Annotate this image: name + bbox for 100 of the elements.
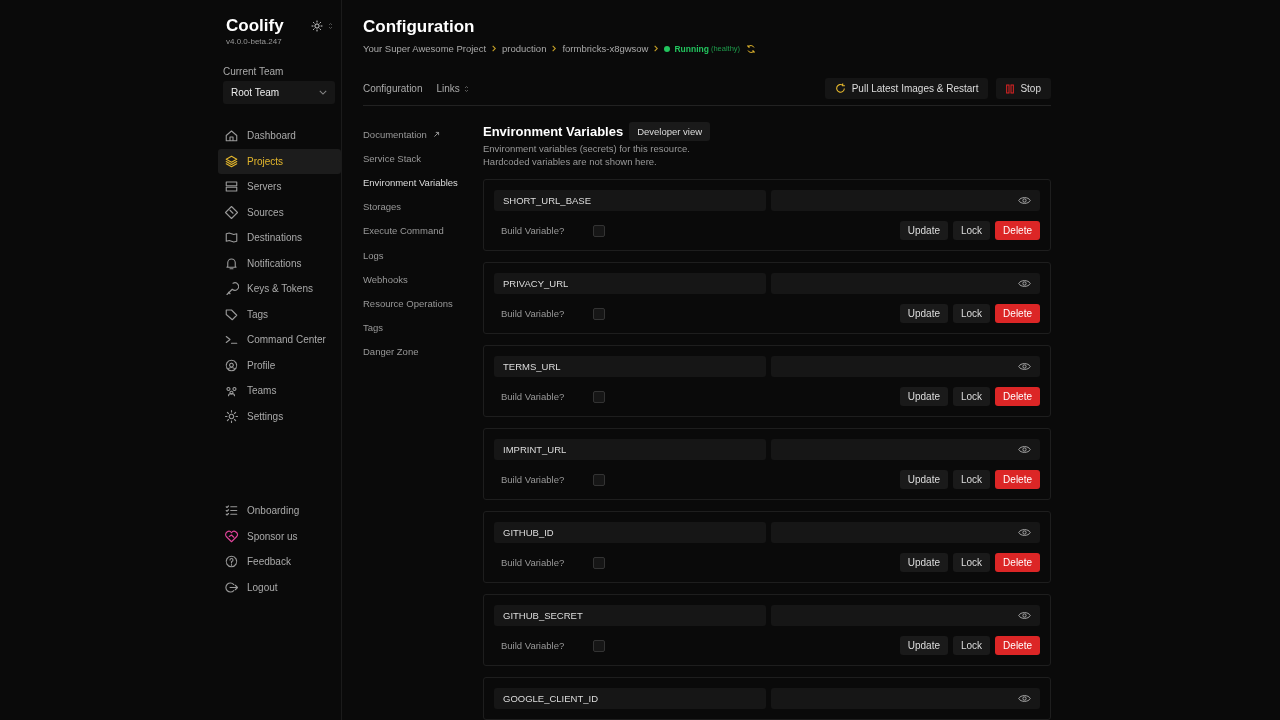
delete-button[interactable]: Delete [995,387,1040,406]
checkbox[interactable] [593,639,605,652]
chevron-right-icon [492,45,497,52]
nav-item[interactable]: Servers [218,174,341,200]
breadcrumb-link[interactable]: formbricks-x8gwsow [562,43,649,54]
checkbox[interactable] [593,390,605,403]
stop-button[interactable]: Stop [996,78,1051,99]
checkbox[interactable] [593,556,605,569]
nav-item[interactable]: Projects [218,148,341,174]
checkbox[interactable] [593,224,605,237]
breadcrumb-link[interactable]: production [502,43,547,54]
status-label: Running [674,43,709,54]
value-field[interactable] [771,190,1040,211]
nav-item[interactable]: Destinations [218,225,341,251]
eye-icon[interactable] [1018,694,1031,703]
chevron-right-icon [552,45,557,52]
key-field[interactable]: GOOGLE_CLIENT_ID [494,688,766,709]
update-button[interactable]: Update [899,636,948,655]
app-name: Coolify [226,16,285,36]
eye-icon[interactable] [1018,528,1031,537]
chevron-down-icon [319,90,327,95]
delete-button[interactable]: Delete [995,470,1040,489]
sort-icon[interactable] [328,22,333,30]
eye-icon[interactable] [1018,196,1031,205]
nav-item[interactable]: Logout [218,574,341,600]
nav-item[interactable]: Dashboard [218,123,341,149]
subnav-link[interactable]: Danger Zone [363,339,483,364]
nav-icon [224,255,239,271]
tab[interactable]: Configuration [363,83,423,94]
nav-item[interactable]: Notifications [218,250,341,276]
nav-item[interactable]: Teams [218,378,341,404]
update-button[interactable]: Update [899,221,948,240]
subnav-link[interactable]: Tags [363,315,483,340]
breadcrumb-link[interactable]: Your Super Awesome Project [363,43,487,54]
subnav-link[interactable]: Logs [363,242,483,268]
value-field[interactable] [771,522,1040,543]
subnav-link[interactable]: Environment Variables [363,170,483,195]
eye-icon[interactable] [1018,279,1031,288]
nav-icon [224,179,239,195]
checkbox[interactable] [593,307,605,320]
eye-icon[interactable] [1018,611,1031,620]
subnav-link[interactable]: Storages [363,194,483,219]
subnav-link[interactable]: Documentation [363,122,483,147]
key-field[interactable]: PRIVACY_URL [494,273,766,294]
heart-icon [224,528,239,544]
value-field[interactable] [771,273,1040,294]
lock-button[interactable]: Lock [952,553,991,572]
key-field[interactable]: GITHUB_ID [494,522,766,543]
subnav-link[interactable]: Webhooks [363,267,483,292]
key-field[interactable]: TERMS_URL [494,356,766,377]
delete-button[interactable]: Delete [995,553,1040,572]
nav-item[interactable]: Sponsor us [218,523,341,549]
build-variable-label: Build Variable? [501,557,566,568]
delete-button[interactable]: Delete [995,304,1040,323]
developer-view-button[interactable]: Developer view [629,122,711,141]
app-version: v4.0.0-beta.247 [226,37,283,46]
eye-icon[interactable] [1018,362,1031,371]
key-field[interactable]: SHORT_URL_BASE [494,190,766,211]
value-field[interactable] [771,605,1040,626]
value-field[interactable] [771,688,1040,709]
update-button[interactable]: Update [899,387,948,406]
nav-icon [224,153,239,169]
key-field[interactable]: IMPRINT_URL [494,439,766,460]
subnav-link[interactable]: Execute Command [363,218,483,243]
restart-button[interactable]: Pull Latest Images & Restart [824,78,989,99]
sun-icon[interactable] [311,20,323,32]
nav-item[interactable]: Sources [218,199,341,225]
nav-icon [224,408,239,424]
nav-item[interactable]: Command Center [218,327,341,353]
nav-item[interactable]: Settings [218,403,341,429]
lock-button[interactable]: Lock [952,470,991,489]
checkbox[interactable] [593,473,605,486]
nav-icon [224,230,239,246]
tab[interactable]: Links [436,83,469,94]
subnav-link[interactable]: Resource Operations [363,291,483,316]
delete-button[interactable]: Delete [995,636,1040,655]
eye-icon[interactable] [1018,445,1031,454]
lock-button[interactable]: Lock [952,304,991,323]
subnav-link[interactable]: Service Stack [363,146,483,171]
team-select[interactable]: Root Team [223,81,335,104]
nav-item[interactable]: Profile [218,352,341,378]
lock-button[interactable]: Lock [952,387,991,406]
nav-item[interactable]: Onboarding [218,498,341,524]
lock-button[interactable]: Lock [952,636,991,655]
description-text: Environment variables (secrets) for this resource. [483,142,691,155]
update-button[interactable]: Update [899,470,948,489]
nav-item[interactable]: Feedback [218,549,341,575]
nav-icon [224,281,239,297]
refresh-icon[interactable] [746,43,757,54]
lock-button[interactable]: Lock [952,221,991,240]
nav-icon [224,579,239,595]
nav-item[interactable]: Keys & Tokens [218,276,341,302]
update-button[interactable]: Update [899,553,948,572]
nav-item[interactable]: Tags [218,301,341,327]
build-variable-label: Build Variable? [501,391,566,402]
value-field[interactable] [771,439,1040,460]
key-field[interactable]: GITHUB_SECRET [494,605,766,626]
update-button[interactable]: Update [899,304,948,323]
value-field[interactable] [771,356,1040,377]
delete-button[interactable]: Delete [995,221,1040,240]
